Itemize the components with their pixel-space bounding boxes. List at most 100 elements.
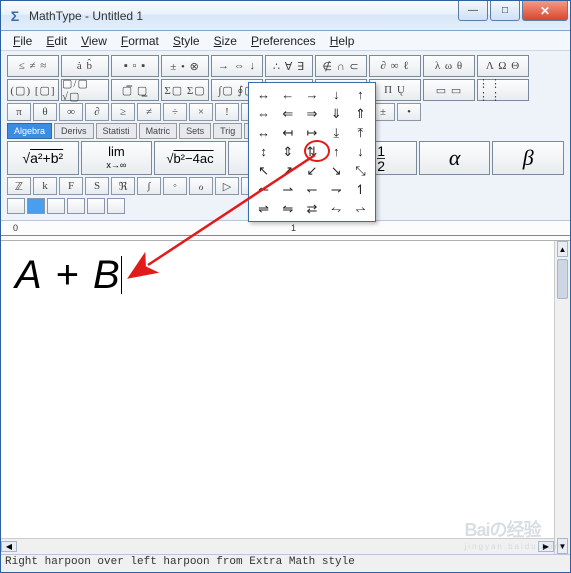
scroll-up-icon[interactable]: ▲ [557,241,568,257]
sym-btn-15[interactable]: • [397,103,421,121]
sym2-btn-6[interactable]: ◦ [163,177,187,195]
editor-area[interactable]: A + B ▲ ▼ ◀ ▶ [1,241,570,554]
palette-accents[interactable]: ȧ b̂ [61,55,109,77]
arrow-cell-30[interactable]: ⇌ [252,200,275,218]
arrow-cell-19[interactable]: ↓ [349,143,372,161]
sym-btn-3[interactable]: ∂ [85,103,109,121]
arrow-cell-33[interactable]: ⥊ [325,200,348,218]
arrow-cell-11[interactable]: ↤ [276,124,299,142]
minimize-button[interactable]: — [458,1,488,21]
palette-greek-lc[interactable]: λ ω θ [423,55,475,77]
sym-btn-5[interactable]: ≠ [137,103,161,121]
arrow-cell-27[interactable]: ↽ [300,181,323,199]
big-sqrt[interactable]: √a²+b² [7,141,79,175]
palette-misc[interactable]: ∂ ∞ ℓ [369,55,421,77]
arrow-cell-14[interactable]: ⤒ [349,124,372,142]
tmpl-products[interactable]: Π Ų [369,79,421,101]
size-btn-2[interactable] [47,198,65,214]
arrow-cell-29[interactable]: ↿ [349,181,372,199]
sym2-btn-2[interactable]: F [59,177,83,195]
palette-operators[interactable]: ± • ⊗ [161,55,209,77]
big-disc[interactable]: √b²−4ac [154,141,226,175]
size-btn-5[interactable] [107,198,125,214]
arrow-cell-1[interactable]: ← [276,86,299,104]
arrow-cell-15[interactable]: ↕ [252,143,275,161]
menu-help[interactable]: Help [324,33,361,49]
palette-relations[interactable]: ≤ ≠ ≈ [7,55,59,77]
big-lim[interactable]: limx→∞ [81,141,153,175]
size-btn-0[interactable] [7,198,25,214]
sym2-btn-8[interactable]: ▷ [215,177,239,195]
sym-btn-4[interactable]: ≥ [111,103,135,121]
tab-trig[interactable]: Trig [213,123,242,139]
arrow-cell-24[interactable]: ⤡ [349,162,372,180]
menu-view[interactable]: View [75,33,113,49]
tmpl-fences[interactable]: (▢) [▢] [7,79,59,101]
tmpl-sums[interactable]: Σ▢ Σ▢ [161,79,209,101]
arrow-cell-6[interactable]: ⇐ [276,105,299,123]
tmpl-overunder[interactable]: ▢̅ ▢̲ [111,79,159,101]
sym2-btn-1[interactable]: k [33,177,57,195]
sym2-btn-7[interactable]: ℴ [189,177,213,195]
tmpl-boxes[interactable]: ▭ ▭ [423,79,475,101]
big-beta[interactable]: β [492,141,564,175]
arrow-cell-10[interactable]: ↔ [252,124,275,142]
tab-matric[interactable]: Matric [139,123,178,139]
arrow-cell-21[interactable]: ↗ [276,162,299,180]
arrow-cell-8[interactable]: ⇓ [325,105,348,123]
arrow-cell-26[interactable]: ⇀ [276,181,299,199]
arrow-cell-12[interactable]: ↦ [300,124,323,142]
size-btn-3[interactable] [67,198,85,214]
sym2-btn-3[interactable]: S [85,177,109,195]
size-btn-4[interactable] [87,198,105,214]
arrow-cell-0[interactable]: ↔ [252,86,275,104]
arrow-cell-34[interactable]: ⥋ [349,200,372,218]
arrow-cell-17[interactable]: ⇅ [300,143,323,161]
arrow-cell-4[interactable]: ↑ [349,86,372,104]
close-button[interactable]: ✕ [522,1,568,21]
sym-btn-0[interactable]: π [7,103,31,121]
arrow-cell-18[interactable]: ↑ [325,143,348,161]
sym-btn-8[interactable]: ! [215,103,239,121]
arrow-cell-3[interactable]: ↓ [325,86,348,104]
tab-statisti[interactable]: Statisti [96,123,137,139]
sym2-btn-5[interactable]: ʃ [137,177,161,195]
arrow-cell-7[interactable]: ⇒ [300,105,323,123]
tmpl-matrices[interactable]: ⋮⋮ ⋮⋮ [477,79,529,101]
palette-arrows[interactable]: → ⇔ ↓ [211,55,263,77]
arrow-cell-13[interactable]: ⤓ [325,124,348,142]
arrow-cell-22[interactable]: ↙ [300,162,323,180]
sym-btn-7[interactable]: × [189,103,213,121]
tab-algebra[interactable]: Algebra [7,123,52,139]
big-alpha[interactable]: α [419,141,491,175]
scrollbar-vertical[interactable]: ▲ ▼ [554,241,570,554]
arrow-cell-23[interactable]: ↘ [325,162,348,180]
arrow-cell-2[interactable]: → [300,86,323,104]
arrow-palette-popup[interactable]: ↔←→↓↑⇔⇐⇒⇓⇑↔↤↦⤓⤒↕⇕⇅↑↓↖↗↙↘⤡↼⇀↽⇁↿⇌⇋⇄⥊⥋ [248,82,376,222]
scroll-thumb-v[interactable] [557,259,568,299]
ruler[interactable]: 0 1 [1,221,570,241]
menu-format[interactable]: Format [115,33,165,49]
scroll-left-icon[interactable]: ◀ [1,541,17,552]
size-btn-1[interactable] [27,198,45,214]
arrow-cell-5[interactable]: ⇔ [252,105,275,123]
palette-spaces[interactable]: ▪ ▫ ▪ [111,55,159,77]
palette-logic[interactable]: ∴ ∀ ∃ [265,55,313,77]
arrow-cell-28[interactable]: ⇁ [325,181,348,199]
arrow-cell-25[interactable]: ↼ [252,181,275,199]
sym-btn-1[interactable]: θ [33,103,57,121]
tab-sets[interactable]: Sets [179,123,211,139]
sym2-btn-0[interactable]: ℤ [7,177,31,195]
arrow-cell-20[interactable]: ↖ [252,162,275,180]
menu-edit[interactable]: Edit [40,33,73,49]
palette-greek-uc[interactable]: Λ Ω Θ [477,55,529,77]
titlebar[interactable]: Σ MathType - Untitled 1 — ☐ ✕ [1,1,570,31]
arrow-cell-32[interactable]: ⇄ [300,200,323,218]
arrow-cell-9[interactable]: ⇑ [349,105,372,123]
sym-btn-6[interactable]: ÷ [163,103,187,121]
arrow-cell-16[interactable]: ⇕ [276,143,299,161]
menu-prefs[interactable]: Preferences [245,33,322,49]
menu-style[interactable]: Style [167,33,206,49]
maximize-button[interactable]: ☐ [490,1,520,21]
menu-file[interactable]: File [7,33,38,49]
